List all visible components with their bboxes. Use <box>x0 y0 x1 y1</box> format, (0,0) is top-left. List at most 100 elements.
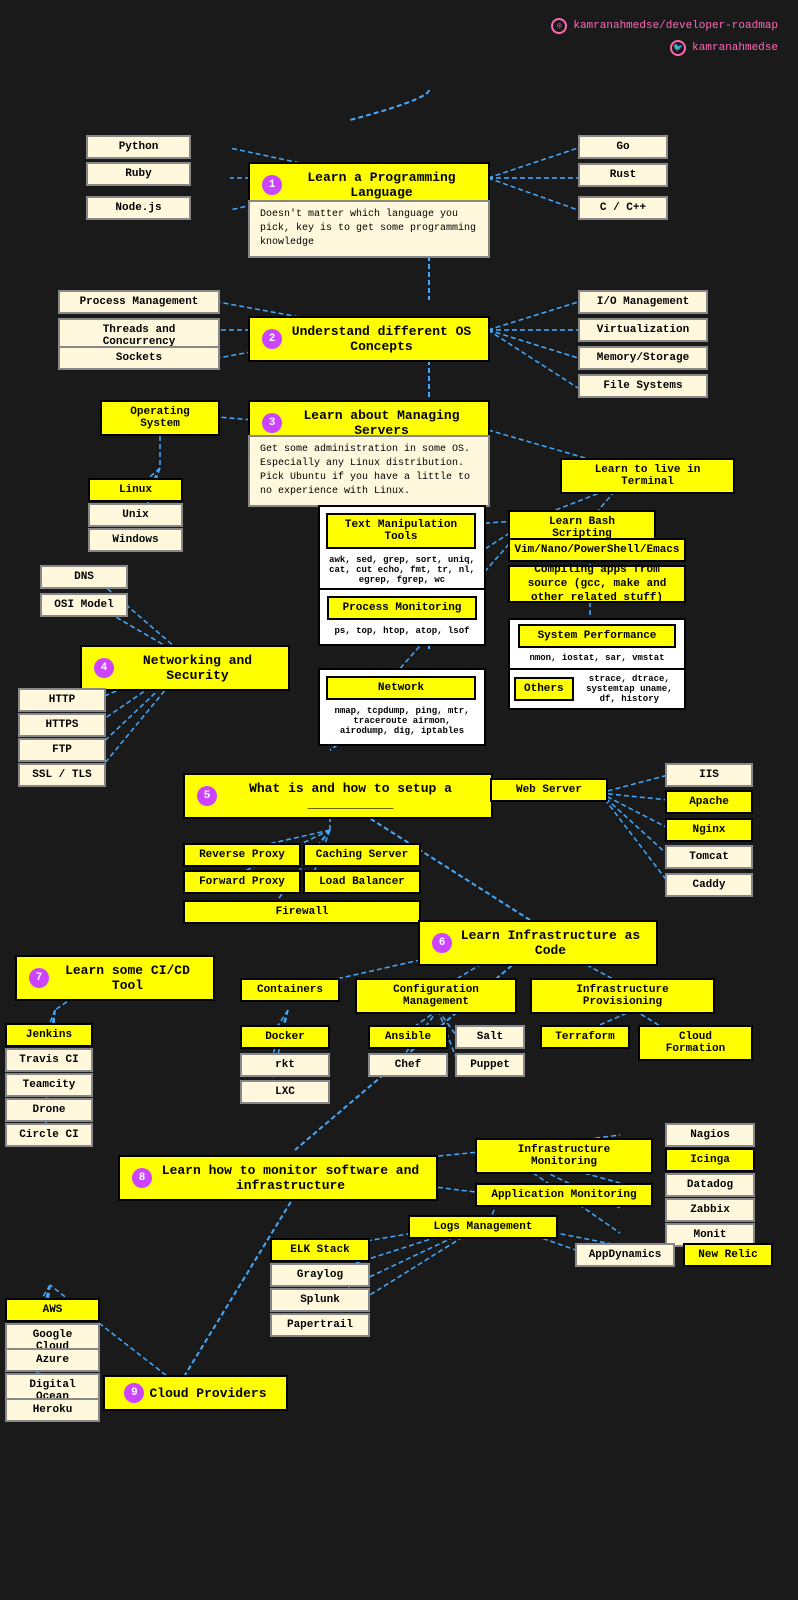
osi-node: OSI Model <box>40 593 128 617</box>
sys-perf-desc-text: nmon, iostat, sar, vmstat <box>518 651 676 665</box>
file-systems-label: File Systems <box>603 380 682 392</box>
forward-proxy-node: Forward Proxy <box>183 870 301 894</box>
reverse-proxy-label: Reverse Proxy <box>199 849 285 861</box>
sys-perf-node: System Performance nmon, iostat, sar, vm… <box>508 618 686 671</box>
datadog-node: Datadog <box>665 1173 755 1197</box>
reverse-proxy-node: Reverse Proxy <box>183 843 301 867</box>
cpp-node: C / C++ <box>578 196 668 220</box>
icinga-node: Icinga <box>665 1148 755 1172</box>
unix-label: Unix <box>122 509 148 521</box>
chef-node: Chef <box>368 1053 448 1077</box>
icinga-label: Icinga <box>690 1154 730 1166</box>
virtualization-node: Virtualization <box>578 318 708 342</box>
twitter-text: kamranahmedse <box>692 42 778 54</box>
step3-desc-node: Get some administration in some OS. Espe… <box>248 435 490 507</box>
papertrail-node: Papertrail <box>270 1313 370 1337</box>
https-label: HTTPS <box>45 719 78 731</box>
step7-node: 7 Learn some CI/CD Tool <box>15 955 215 1001</box>
nagios-label: Nagios <box>690 1129 730 1141</box>
step8-badge: 8 <box>132 1168 152 1188</box>
rkt-label: rkt <box>275 1059 295 1071</box>
papertrail-label: Papertrail <box>287 1319 353 1331</box>
splunk-label: Splunk <box>300 1294 340 1306</box>
header: ⊙ kamranahmedse/developer-roadmap 🐦 kamr… <box>551 18 778 62</box>
config-mgmt-label: Configuration Management <box>365 984 507 1008</box>
cpp-label: C / C++ <box>600 202 646 214</box>
step2-badge: 2 <box>262 329 282 349</box>
nagios-node: Nagios <box>665 1123 755 1147</box>
chef-label: Chef <box>395 1059 421 1071</box>
proc-monitor-label: Process Monitoring <box>343 602 462 614</box>
step1-desc-node: Doesn't matter which language you pick, … <box>248 200 490 258</box>
rust-label: Rust <box>610 169 636 181</box>
docker-label: Docker <box>265 1031 305 1043</box>
zabbix-node: Zabbix <box>665 1198 755 1222</box>
step7-label: Learn some CI/CD Tool <box>54 963 201 993</box>
step8-label: Learn how to monitor software and infras… <box>157 1163 424 1193</box>
apache-label: Apache <box>689 796 729 808</box>
logs-mgmt-node: Logs Management <box>408 1215 558 1239</box>
teamcity-node: Teamcity <box>5 1073 93 1097</box>
step2-label: Understand different OS Concepts <box>287 324 476 354</box>
step9-node: 9 Cloud Providers <box>103 1375 288 1411</box>
github-icon: ⊙ <box>551 18 567 34</box>
step4-node: 4 Networking and Security <box>80 645 290 691</box>
terraform-node: Terraform <box>540 1025 630 1049</box>
cloudformation-node: Cloud Formation <box>638 1025 753 1061</box>
text-manip-node: Text Manipulation Tools awk, sed, grep, … <box>318 505 486 595</box>
lxc-label: LXC <box>275 1086 295 1098</box>
iis-label: IIS <box>699 769 719 781</box>
nodejs-label: Node.js <box>115 202 161 214</box>
nginx-node: Nginx <box>665 818 753 842</box>
compiling-label: Compiling apps from source (gcc, make an… <box>518 563 676 606</box>
step5-badge: 5 <box>197 786 217 806</box>
graylog-node: Graylog <box>270 1263 370 1287</box>
github-text: kamranahmedse/developer-roadmap <box>573 20 778 32</box>
step9-label: Cloud Providers <box>149 1386 266 1401</box>
proc-monitor-label-node: Process Monitoring <box>327 596 477 620</box>
caching-node: Caching Server <box>303 843 421 867</box>
firewall-label: Firewall <box>276 906 329 918</box>
step1-desc: Doesn't matter which language you pick, … <box>260 208 478 250</box>
datadog-label: Datadog <box>687 1179 733 1191</box>
text-manip-label: Text Manipulation Tools <box>336 519 466 543</box>
http-node: HTTP <box>18 688 106 712</box>
others-label: Others <box>524 683 564 695</box>
drone-label: Drone <box>32 1104 65 1116</box>
os-node: Operating System <box>100 400 220 436</box>
step5-node: 5 What is and how to setup a ___________ <box>183 773 493 819</box>
elk-label: ELK Stack <box>290 1244 349 1256</box>
ruby-node: Ruby <box>86 162 191 186</box>
twitter-link[interactable]: 🐦 kamranahmedse <box>551 40 778 56</box>
vim-node: Vim/Nano/PowerShell/Emacs <box>508 538 686 562</box>
lxc-node: LXC <box>240 1080 330 1104</box>
text-manip-label-node: Text Manipulation Tools <box>326 513 476 549</box>
ftp-node: FTP <box>18 738 106 762</box>
ansible-label: Ansible <box>385 1031 431 1043</box>
load-balancer-node: Load Balancer <box>303 870 421 894</box>
io-mgmt-node: I/O Management <box>578 290 708 314</box>
network-desc-text: nmap, tcpdump, ping, mtr, traceroute air… <box>326 704 478 738</box>
appdynamics-label: AppDynamics <box>589 1249 662 1261</box>
step6-badge: 6 <box>432 933 452 953</box>
step3-label: Learn about Managing Servers <box>287 408 476 438</box>
drone-node: Drone <box>5 1098 93 1122</box>
app-monitor-node: Application Monitoring <box>475 1183 653 1207</box>
memory-node: Memory/Storage <box>578 346 708 370</box>
caddy-label: Caddy <box>692 879 725 891</box>
step4-badge: 4 <box>94 658 114 678</box>
step5-label: What is and how to setup a ___________ <box>222 781 479 811</box>
unix-node: Unix <box>88 503 183 527</box>
infra-monitor-node: Infrastructure Monitoring <box>475 1138 653 1174</box>
puppet-node: Puppet <box>455 1053 525 1077</box>
caddy-node: Caddy <box>665 873 753 897</box>
logs-mgmt-label: Logs Management <box>433 1221 532 1233</box>
github-link[interactable]: ⊙ kamranahmedse/developer-roadmap <box>551 18 778 34</box>
web-server-label: Web Server <box>516 784 582 796</box>
step2-node: 2 Understand different OS Concepts <box>248 316 490 362</box>
others-label-node: Others <box>514 677 574 701</box>
python-node: Python <box>86 135 191 159</box>
circle-ci-label: Circle CI <box>19 1129 78 1141</box>
ftp-label: FTP <box>52 744 72 756</box>
terraform-label: Terraform <box>555 1031 614 1043</box>
